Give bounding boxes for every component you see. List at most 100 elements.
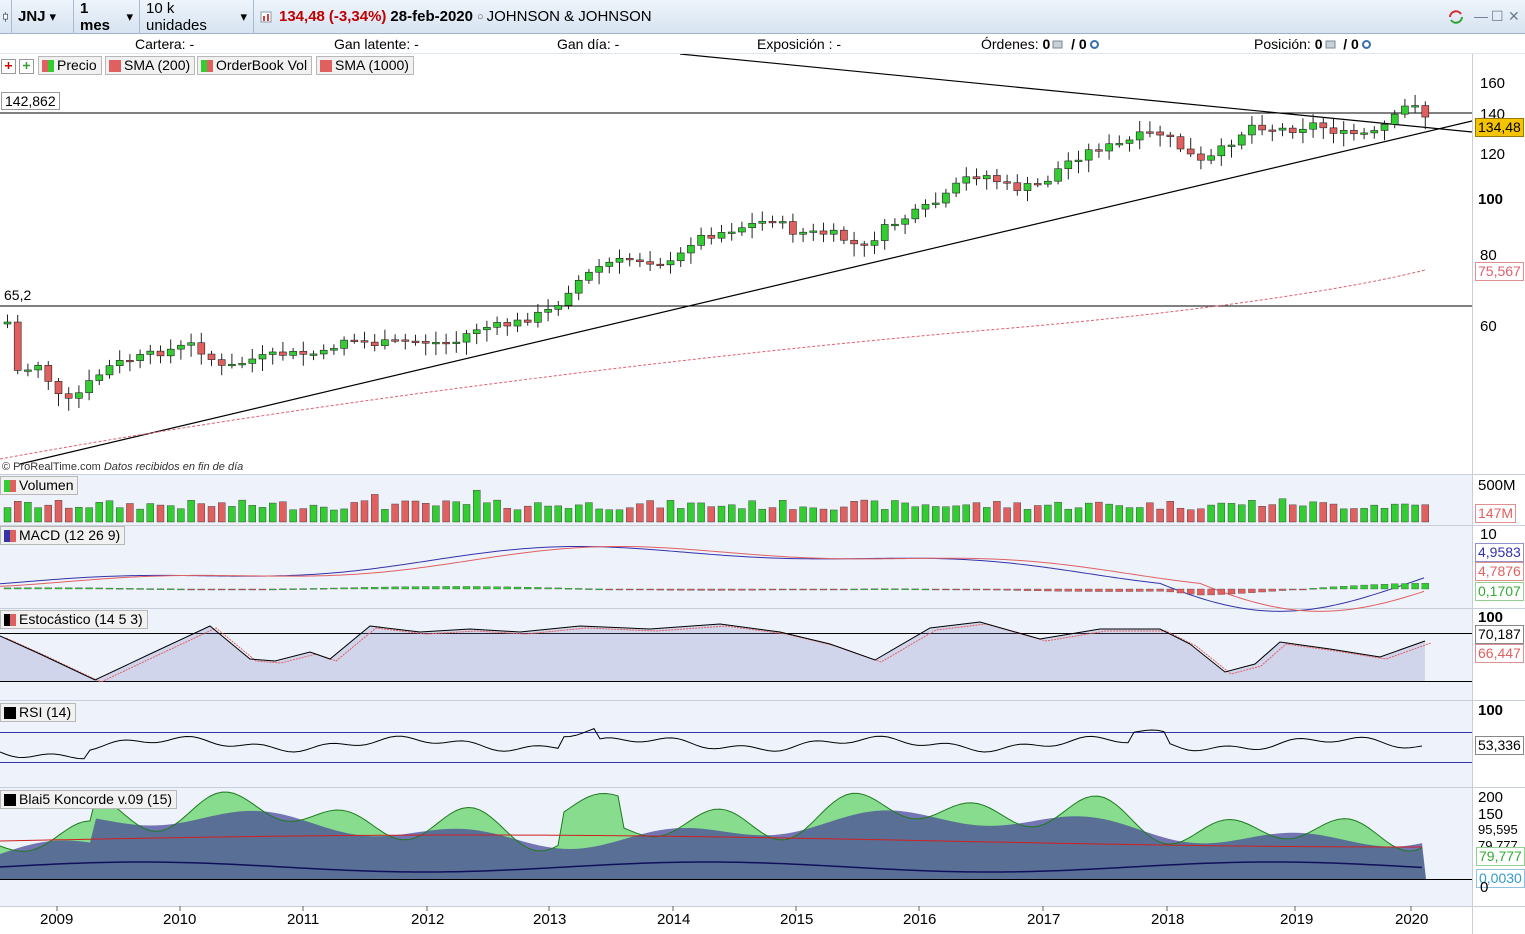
macd-histogram-bar — [411, 586, 420, 590]
candle-body — [1268, 129, 1277, 132]
volume-bar — [534, 502, 542, 523]
candle-body — [962, 176, 971, 184]
koncorde-label[interactable]: Blai5 Koncorde v.09 (15) — [0, 790, 178, 809]
candle-body — [1197, 153, 1205, 161]
macd-histogram-bar — [666, 588, 675, 591]
volume-bar — [452, 501, 460, 523]
macd-label[interactable]: MACD (12 26 9) — [0, 526, 126, 545]
macd-histogram-bar — [1125, 588, 1134, 592]
chart-type-icon[interactable] — [0, 0, 12, 34]
candle-body — [432, 342, 440, 345]
koncorde-tag-3: 79,777 — [1476, 847, 1525, 866]
candle-body — [595, 266, 603, 273]
price-axis-120: 120 — [1480, 146, 1506, 163]
stoch-label[interactable]: Estocástico (14 5 3) — [0, 610, 148, 629]
volume-bar — [166, 505, 175, 523]
macd-histogram-bar — [564, 588, 573, 590]
volume-bar — [258, 507, 267, 523]
volume-bar — [748, 500, 756, 523]
volume-bar — [34, 507, 42, 523]
volume-bar — [1217, 502, 1226, 523]
candle-body — [656, 263, 665, 266]
last-price: 134,48 — [279, 8, 325, 25]
candle-body — [13, 321, 22, 371]
candle-body — [319, 349, 328, 355]
legend-sma1000[interactable]: SMA (1000) — [316, 56, 414, 75]
candle-body — [166, 348, 175, 357]
macd-histogram-bar — [1156, 588, 1164, 592]
period-select[interactable]: 1 mes — [74, 0, 140, 34]
volume-bar — [564, 508, 573, 523]
volume-bar — [320, 506, 328, 523]
macd-tag-line: 4,9583 — [1475, 543, 1524, 562]
rsi-axis-top: 100 — [1478, 702, 1504, 719]
candle-body — [1023, 183, 1032, 191]
volume-bar — [717, 505, 726, 523]
macd-histogram-bar — [381, 586, 389, 590]
macd-histogram-bar — [1054, 588, 1062, 592]
macd-histogram-bar — [238, 588, 246, 591]
collapse-icon[interactable] — [1, 59, 16, 74]
volume-bar — [1064, 508, 1073, 523]
macd-histogram-bar — [371, 587, 379, 590]
volume-bar — [962, 504, 970, 523]
candle-body — [1319, 122, 1328, 129]
close-icon[interactable]: ✕ — [1508, 8, 1520, 25]
volume-bar — [738, 508, 746, 523]
chart-area[interactable]: Precio SMA (200) OrderBook Vol SMA (1000… — [0, 54, 1525, 934]
posicion-item[interactable]: Posición: 0 / 0 — [1254, 36, 1372, 52]
ticker-select[interactable]: JNJ — [12, 0, 74, 34]
candle-body — [1258, 124, 1266, 131]
macd-histogram-bar — [932, 588, 940, 591]
candle-body — [1329, 127, 1338, 134]
volume-bar — [462, 504, 471, 523]
expand-icon[interactable] — [19, 59, 34, 74]
candle-body — [1074, 159, 1083, 162]
macd-histogram-bar — [473, 586, 481, 590]
macd-histogram-bar — [187, 588, 195, 591]
legend-precio[interactable]: Precio — [38, 56, 102, 75]
volume-bar — [126, 503, 134, 523]
macd-histogram-bar — [320, 588, 328, 590]
candle-body — [574, 279, 583, 294]
macd-histogram-bar — [1258, 588, 1266, 593]
rsi-label[interactable]: RSI (14) — [0, 703, 77, 722]
price-axis-100: 100 — [1478, 191, 1504, 208]
ordenes-item[interactable]: Órdenes: 0 / 0 — [981, 36, 1100, 52]
chart-canvas[interactable] — [0, 54, 1525, 934]
candle-body — [952, 182, 960, 194]
volume-label[interactable]: Volumen — [0, 476, 79, 495]
gan-latente-item: Gan latente: - — [334, 36, 419, 52]
candle-body — [625, 258, 634, 261]
candle-body — [177, 344, 185, 350]
volume-bar — [911, 506, 919, 523]
book-icon — [1052, 40, 1063, 49]
macd-histogram-bar — [34, 587, 42, 590]
macd-tag-hist: 0,1707 — [1475, 582, 1524, 601]
candle-body — [1411, 105, 1419, 108]
macd-histogram-bar — [309, 588, 318, 590]
candle-body — [982, 175, 991, 180]
volume-bar — [75, 506, 83, 523]
sync-icon[interactable] — [1447, 9, 1465, 25]
units-select[interactable]: 10 k unidades — [140, 0, 254, 34]
macd-histogram-bar — [697, 588, 705, 591]
volume-bar — [330, 509, 338, 523]
legend-sma200[interactable]: SMA (200) — [105, 56, 196, 75]
volume-bar — [381, 509, 389, 523]
volume-bar — [1339, 508, 1348, 523]
legend-orderbook[interactable]: OrderBook Vol — [197, 56, 313, 75]
minimize-icon[interactable]: — — [1474, 8, 1488, 24]
quote-date: 28-feb-2020 — [390, 8, 473, 25]
candle-body — [1186, 148, 1195, 155]
volume-bar — [1176, 507, 1185, 523]
volume-bar — [677, 508, 685, 523]
macd-histogram-bar — [75, 587, 83, 590]
candle-body — [534, 311, 542, 323]
maximize-icon[interactable]: ☐ — [1491, 8, 1504, 25]
candle-body — [1288, 127, 1297, 133]
candle-body — [187, 342, 195, 346]
macd-histogram-bar — [646, 588, 654, 591]
candle-body — [1309, 122, 1317, 130]
macd-histogram-bar — [1340, 586, 1348, 590]
